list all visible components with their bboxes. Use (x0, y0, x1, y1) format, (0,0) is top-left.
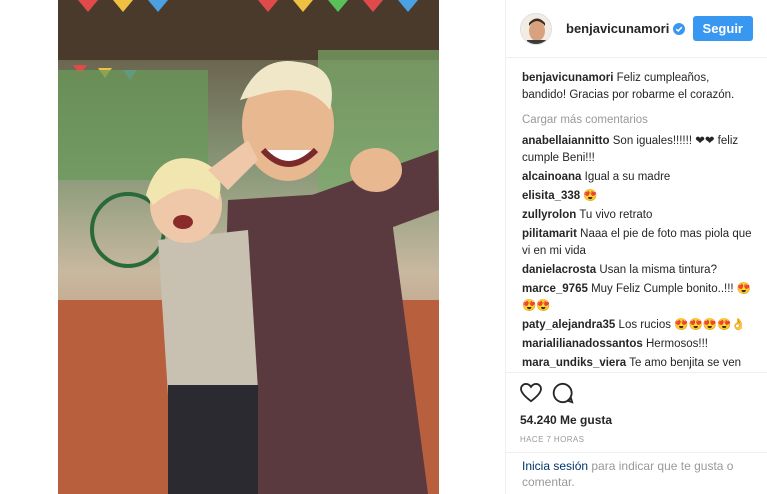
comment-username[interactable]: elisita_338 (522, 190, 580, 202)
comment-username[interactable]: zullyrolon (522, 209, 576, 221)
caption-username[interactable]: benjavicunamori (522, 72, 613, 84)
comment-item: elisita_338 😍 (522, 188, 753, 205)
follow-button[interactable]: Seguir (692, 16, 753, 41)
comment-text: Tu vivo retrato (579, 209, 653, 221)
heart-icon[interactable] (520, 383, 542, 403)
post-caption: benjavicunamori Feliz cumpleaños, bandid… (522, 70, 753, 104)
comment-username[interactable]: marialilianadossantos (522, 338, 643, 350)
post-photo[interactable] (58, 0, 439, 494)
comment-username[interactable]: danielacrosta (522, 264, 596, 276)
comments-list[interactable]: benjavicunamori Feliz cumpleaños, bandid… (506, 58, 767, 370)
login-prompt: Inicia sesión para indicar que te gusta … (506, 452, 767, 494)
comment-item: zullyrolon Tu vivo retrato (522, 207, 753, 224)
comment-text: Usan la misma tintura? (599, 264, 717, 276)
post-media-area (0, 0, 505, 494)
comment-item: mara_undiks_viera Te amo benjita se ven (522, 355, 753, 370)
comment-item: marce_9765 Muy Feliz Cumple bonito..!!! … (522, 281, 753, 315)
login-link[interactable]: Inicia sesión (522, 459, 588, 473)
comment-username[interactable]: alcainoana (522, 171, 581, 183)
comment-text: Hermosos!!! (646, 338, 708, 350)
comment-text: Los rucios 😍😍😍😍👌 (618, 319, 746, 331)
comment-username[interactable]: pilitamarit (522, 228, 577, 240)
comment-item: alcainoana Igual a su madre (522, 169, 753, 186)
comment-text: Igual a su madre (584, 171, 671, 183)
post-timestamp: HACE 7 HORAS (520, 435, 585, 444)
comment-text: 😍 (583, 190, 598, 202)
action-icons (520, 379, 753, 407)
comment-username[interactable]: anabellaiannitto (522, 135, 610, 147)
comment-username[interactable]: mara_undiks_viera (522, 357, 626, 369)
comment-username[interactable]: marce_9765 (522, 283, 588, 295)
comment-username[interactable]: paty_alejandra35 (522, 319, 615, 331)
comment-item: marialilianadossantos Hermosos!!! (522, 336, 753, 353)
likes-count[interactable]: 54.240 Me gusta (520, 413, 753, 427)
comment-item: anabellaiannitto Son iguales!!!!!! ❤❤ fe… (522, 133, 753, 167)
avatar[interactable] (520, 12, 552, 45)
comment-item: paty_alejandra35 Los rucios 😍😍😍😍👌 (522, 317, 753, 334)
comment-item: danielacrosta Usan la misma tintura? (522, 262, 753, 279)
load-more-comments-link[interactable]: Cargar más comentarios (522, 112, 753, 129)
verified-badge-icon (673, 22, 686, 35)
post-sidebar: benjavicunamori Seguir benjavicunamori F… (505, 0, 767, 494)
avatar-image (521, 13, 551, 44)
photo-illustration (58, 0, 439, 494)
comment-text: Te amo benjita se ven (629, 357, 742, 369)
username[interactable]: benjavicunamori (566, 21, 669, 36)
comment-bubble-icon[interactable] (552, 382, 574, 404)
comment-item: pilitamarit Naaa el pie de foto mas piol… (522, 226, 753, 260)
post-actions: 54.240 Me gusta HACE 7 HORAS (506, 372, 767, 444)
post-header: benjavicunamori Seguir (506, 0, 767, 58)
